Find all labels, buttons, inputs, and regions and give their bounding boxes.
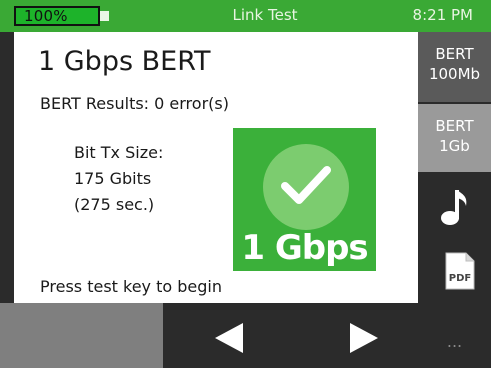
checkmark-glyph [281, 166, 331, 204]
page-title: 1 Gbps BERT [38, 46, 211, 77]
bert-1gb-label-line1: BERT [435, 117, 474, 135]
bert-100mb-label-line2: 100Mb [428, 65, 481, 83]
music-note-icon [441, 190, 467, 225]
bert-1gb-label-line2: 1Gb [439, 137, 470, 155]
bert-1gb-button[interactable]: BERT 1Gb [418, 104, 491, 172]
tx-size-value: 175 Gbits [74, 169, 152, 188]
more-button[interactable]: ... [418, 303, 491, 368]
bert-100mb-label-line1: BERT [435, 45, 474, 63]
battery-icon: 100% [14, 6, 100, 26]
clock: 8:21 PM [412, 6, 473, 24]
pdf-icon: PDF [445, 252, 475, 290]
battery-indicator: 100% [14, 4, 114, 28]
main-panel: 1 Gbps BERT BERT Results: 0 error(s) Bit… [14, 32, 418, 303]
tone-button[interactable] [418, 174, 491, 236]
left-arrow-icon [215, 323, 243, 353]
battery-tip [100, 11, 109, 21]
pdf-report-button[interactable]: PDF [418, 238, 491, 303]
checkmark-icon [263, 144, 349, 230]
speed-label: 1 Gbps [241, 228, 368, 268]
status-bar: 100% Link Test 8:21 PM [0, 0, 491, 32]
tx-duration: (275 sec.) [74, 195, 155, 214]
previous-button[interactable] [175, 303, 285, 368]
battery-label: 100% [24, 7, 68, 25]
screen-title: Link Test [232, 6, 298, 24]
bottom-soft-key[interactable] [0, 303, 163, 368]
screen: 100% Link Test 8:21 PM 1 Gbps BERT BERT … [0, 0, 491, 368]
next-button[interactable] [300, 303, 410, 368]
bert-100mb-button[interactable]: BERT 100Mb [418, 32, 491, 102]
tx-size-label: Bit Tx Size: [74, 143, 164, 162]
right-arrow-icon [350, 323, 378, 353]
bottom-bar: ... [0, 303, 491, 368]
bert-results: BERT Results: 0 error(s) [40, 94, 229, 113]
speed-result-tile: 1 Gbps [233, 128, 376, 271]
hint-text: Press test key to begin [40, 277, 222, 296]
tx-info: Bit Tx Size: 175 Gbits (275 sec.) [74, 140, 163, 218]
pdf-icon-text: PDF [449, 273, 471, 284]
